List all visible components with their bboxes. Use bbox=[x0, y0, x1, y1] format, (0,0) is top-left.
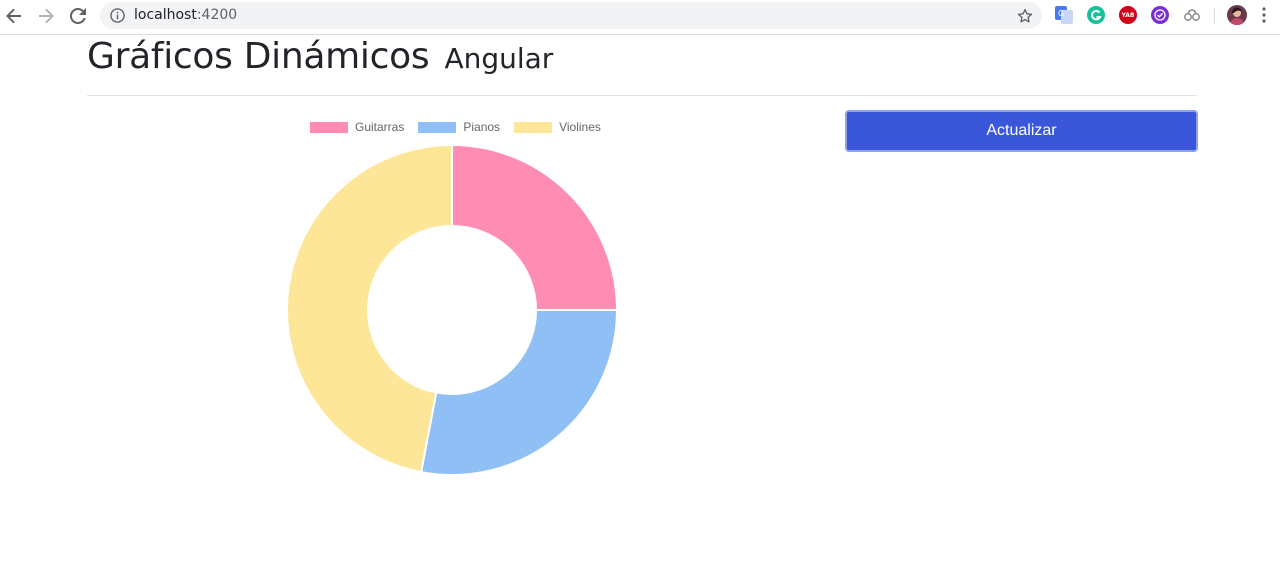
reload-button[interactable] bbox=[65, 4, 91, 28]
back-button[interactable] bbox=[1, 4, 27, 28]
doughnut-chart bbox=[286, 143, 619, 476]
star-icon[interactable] bbox=[1016, 7, 1034, 25]
google-translate-icon[interactable]: G bbox=[1055, 6, 1073, 24]
doughnut-slice-pianos[interactable] bbox=[419, 309, 619, 476]
update-button[interactable]: Actualizar bbox=[845, 110, 1198, 152]
forward-button[interactable] bbox=[33, 4, 59, 28]
purple-check-icon[interactable] bbox=[1151, 6, 1169, 24]
legend-swatch bbox=[418, 121, 457, 133]
reload-icon bbox=[70, 8, 86, 24]
url-port: :4200 bbox=[196, 7, 238, 23]
page-title-main: Gráficos Dinámicos bbox=[87, 36, 430, 77]
legend-label: Guitarras bbox=[355, 120, 405, 134]
grammarly-icon[interactable] bbox=[1087, 6, 1105, 24]
doughnut-slice-guitarras[interactable] bbox=[451, 143, 619, 311]
url-text[interactable]: localhost:4200 bbox=[134, 7, 237, 23]
yab-icon-label: YAB bbox=[1121, 11, 1135, 19]
page-subtitle: Angular bbox=[444, 42, 554, 75]
page-title: Gráficos Dinámicos Angular bbox=[87, 36, 553, 77]
address-bar[interactable]: localhost:4200 bbox=[100, 2, 1042, 29]
cloud-link-icon[interactable] bbox=[1183, 6, 1201, 24]
svg-text:G: G bbox=[1058, 9, 1064, 18]
legend-item-pianos[interactable]: Pianos bbox=[418, 120, 500, 134]
arrow-left-icon bbox=[6, 8, 21, 24]
doughnut-slice-violines[interactable] bbox=[286, 143, 453, 474]
legend-label: Pianos bbox=[463, 120, 501, 134]
profile-avatar-icon[interactable] bbox=[1227, 5, 1247, 25]
arrow-right-icon bbox=[39, 8, 54, 24]
info-icon[interactable] bbox=[110, 8, 125, 23]
menu-more-icon[interactable] bbox=[1259, 6, 1269, 24]
legend-item-guitarras[interactable]: Guitarras bbox=[310, 120, 404, 134]
chart-legend: Guitarras Pianos Violines bbox=[310, 120, 615, 134]
legend-swatch bbox=[514, 121, 553, 133]
header-divider bbox=[87, 95, 1197, 96]
yab-icon[interactable]: YAB bbox=[1119, 6, 1137, 24]
legend-item-violines[interactable]: Violines bbox=[514, 120, 601, 134]
legend-label: Violines bbox=[559, 120, 601, 134]
toolbar-separator bbox=[1214, 8, 1215, 24]
url-host: localhost bbox=[134, 7, 197, 23]
browser-toolbar: localhost:4200 G YAB bbox=[0, 0, 1280, 35]
legend-swatch bbox=[310, 121, 348, 133]
